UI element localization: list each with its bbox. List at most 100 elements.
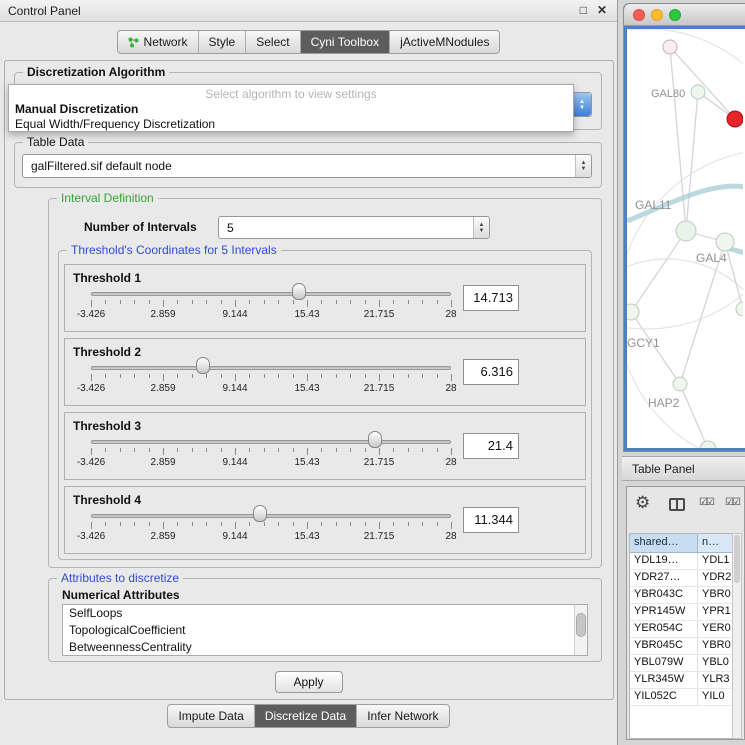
table-cell[interactable]: YBR045C (630, 638, 698, 654)
table-cell[interactable]: YPR145W (630, 604, 698, 620)
table-panel-titlebar[interactable]: Table Panel (622, 456, 745, 481)
close-icon[interactable]: ✕ (597, 3, 607, 17)
table-cell[interactable]: YDR27… (630, 570, 698, 586)
table-cell[interactable]: YPR1 (698, 604, 732, 620)
threshold-value-field[interactable]: 11.344 (463, 507, 519, 533)
slider-track[interactable] (91, 514, 451, 518)
table-cell[interactable]: YLR3 (698, 672, 732, 688)
table-row[interactable]: YER054CYER0 (630, 621, 732, 638)
network-node[interactable] (736, 302, 743, 316)
table-cell[interactable]: YBR0 (698, 638, 732, 654)
threshold-2-slider[interactable]: -3.4262.8599.14415.4321.71528 (91, 339, 451, 407)
network-canvas[interactable]: GAL80GAL11GAL4GCY1HAP2 (627, 29, 745, 448)
column-header-shared[interactable]: shared… (630, 534, 698, 552)
network-edge[interactable] (631, 231, 686, 312)
minimize-traffic-light-icon[interactable] (651, 9, 663, 21)
table-cell[interactable]: YDL1 (698, 553, 732, 569)
deselect-checkbox-icon[interactable]: ☑☑ (725, 497, 739, 508)
network-node[interactable] (673, 377, 687, 391)
table-cell[interactable]: YER054C (630, 621, 698, 637)
table-cell[interactable]: YDR2 (698, 570, 732, 586)
tab-infer-network[interactable]: Infer Network (357, 705, 448, 727)
column-header-name[interactable]: n… (698, 534, 732, 552)
threshold-1-slider[interactable]: -3.4262.8599.14415.4321.71528 (91, 265, 451, 333)
network-edge[interactable] (670, 47, 735, 119)
number-of-intervals-select[interactable]: 5 ▲ ▼ (218, 216, 490, 239)
combo-stepper-icon[interactable]: ▲ ▼ (473, 217, 489, 238)
table-cell[interactable]: YDL19… (630, 553, 698, 569)
tick-mark (235, 300, 236, 307)
attribute-list-item[interactable]: SelfLoops (63, 605, 574, 622)
network-edge[interactable] (686, 92, 698, 231)
threshold-value-field[interactable]: 14.713 (463, 285, 519, 311)
column-selector-icon[interactable] (669, 498, 685, 511)
table-cell[interactable]: YLR345W (630, 672, 698, 688)
table-row[interactable]: YBR043CYBR0 (630, 587, 732, 604)
gear-icon[interactable]: ⚙ (635, 493, 650, 513)
tab-style[interactable]: Style (199, 31, 247, 53)
tab-jactivemnodules[interactable]: jActiveMNodules (390, 31, 499, 53)
slider-thumb[interactable] (292, 283, 306, 300)
table-data-select[interactable]: galFiltered.sif default node ▲ ▼ (22, 154, 592, 178)
slider-track[interactable] (91, 366, 451, 370)
tab-discretize-data[interactable]: Discretize Data (255, 705, 357, 727)
tab-impute-data[interactable]: Impute Data (168, 705, 254, 727)
tick-mark (163, 522, 164, 529)
network-node[interactable] (691, 85, 705, 99)
table-cell[interactable]: YBR043C (630, 587, 698, 603)
tab-select[interactable]: Select (246, 31, 300, 53)
tab-cyni-toolbox[interactable]: Cyni Toolbox (301, 31, 390, 53)
table-row[interactable]: YPR145WYPR1 (630, 604, 732, 621)
tick-mark (105, 300, 106, 304)
network-node[interactable] (716, 233, 734, 251)
network-node[interactable] (627, 304, 639, 320)
zoom-traffic-light-icon[interactable] (669, 9, 681, 21)
slider-track[interactable] (91, 440, 451, 444)
table-cell[interactable]: YER0 (698, 621, 732, 637)
table-cell[interactable]: YBL079W (630, 655, 698, 671)
slider-thumb[interactable] (196, 357, 210, 374)
dropdown-option-equal-width-frequency[interactable]: Equal Width/Frequency Discretization (9, 117, 573, 131)
slider-thumb[interactable] (253, 505, 267, 522)
threshold-3-slider[interactable]: -3.4262.8599.14415.4321.71528 (91, 413, 451, 481)
slider-track[interactable] (91, 292, 451, 296)
slider-thumb[interactable] (368, 431, 382, 448)
network-window-titlebar[interactable] (624, 4, 745, 26)
attribute-list-item[interactable]: BetweennessCentrality (63, 639, 574, 656)
combo-stepper-icon[interactable]: ▲ ▼ (575, 155, 591, 177)
select-all-checkbox-icon[interactable]: ☑☑ (699, 497, 713, 508)
float-window-icon[interactable]: □ (580, 3, 587, 17)
network-graph[interactable]: GAL80GAL11GAL4GCY1HAP2 (627, 29, 743, 448)
threshold-value-field[interactable]: 21.4 (463, 433, 519, 459)
dropdown-option-manual-discretization[interactable]: Manual Discretization (9, 102, 573, 116)
apply-button[interactable]: Apply (275, 671, 343, 693)
combo-stepper-icon[interactable]: ▲ ▼ (573, 93, 591, 116)
scrollbar-thumb[interactable] (576, 613, 586, 637)
table-row[interactable]: YIL052CYIL0 (630, 689, 732, 706)
tab-network[interactable]: Network (118, 31, 199, 53)
close-traffic-light-icon[interactable] (633, 9, 645, 21)
network-edge[interactable] (680, 384, 708, 448)
numerical-attributes-list[interactable]: SelfLoopsTopologicalCoefficientBetweenne… (62, 604, 588, 656)
table-row[interactable]: YDL19…YDL1 (630, 553, 732, 570)
scrollbar-thumb[interactable] (734, 535, 740, 583)
attribute-list-item[interactable]: TopologicalCoefficient (63, 622, 574, 639)
table-row[interactable]: YBL079WYBL0 (630, 655, 732, 672)
threshold-value-field[interactable]: 6.316 (463, 359, 519, 385)
table-cell[interactable]: YIL052C (630, 689, 698, 705)
threshold-4-slider[interactable]: -3.4262.8599.14415.4321.71528 (91, 487, 451, 555)
network-node[interactable] (676, 221, 696, 241)
table-cell[interactable]: YBL0 (698, 655, 732, 671)
control-panel-titlebar[interactable]: Control Panel □ ✕ (0, 0, 617, 22)
network-node[interactable] (700, 441, 716, 448)
table-row[interactable]: YDR27…YDR2 (630, 570, 732, 587)
table-cell[interactable]: YBR0 (698, 587, 732, 603)
table-cell[interactable]: YIL0 (698, 689, 732, 705)
table-row[interactable]: YLR345WYLR3 (630, 672, 732, 689)
network-node[interactable] (727, 111, 743, 127)
table-row[interactable]: YBR045CYBR0 (630, 638, 732, 655)
list-scrollbar[interactable] (574, 605, 587, 655)
network-node[interactable] (663, 40, 677, 54)
tick-mark (235, 522, 236, 529)
table-scrollbar[interactable] (732, 533, 742, 739)
